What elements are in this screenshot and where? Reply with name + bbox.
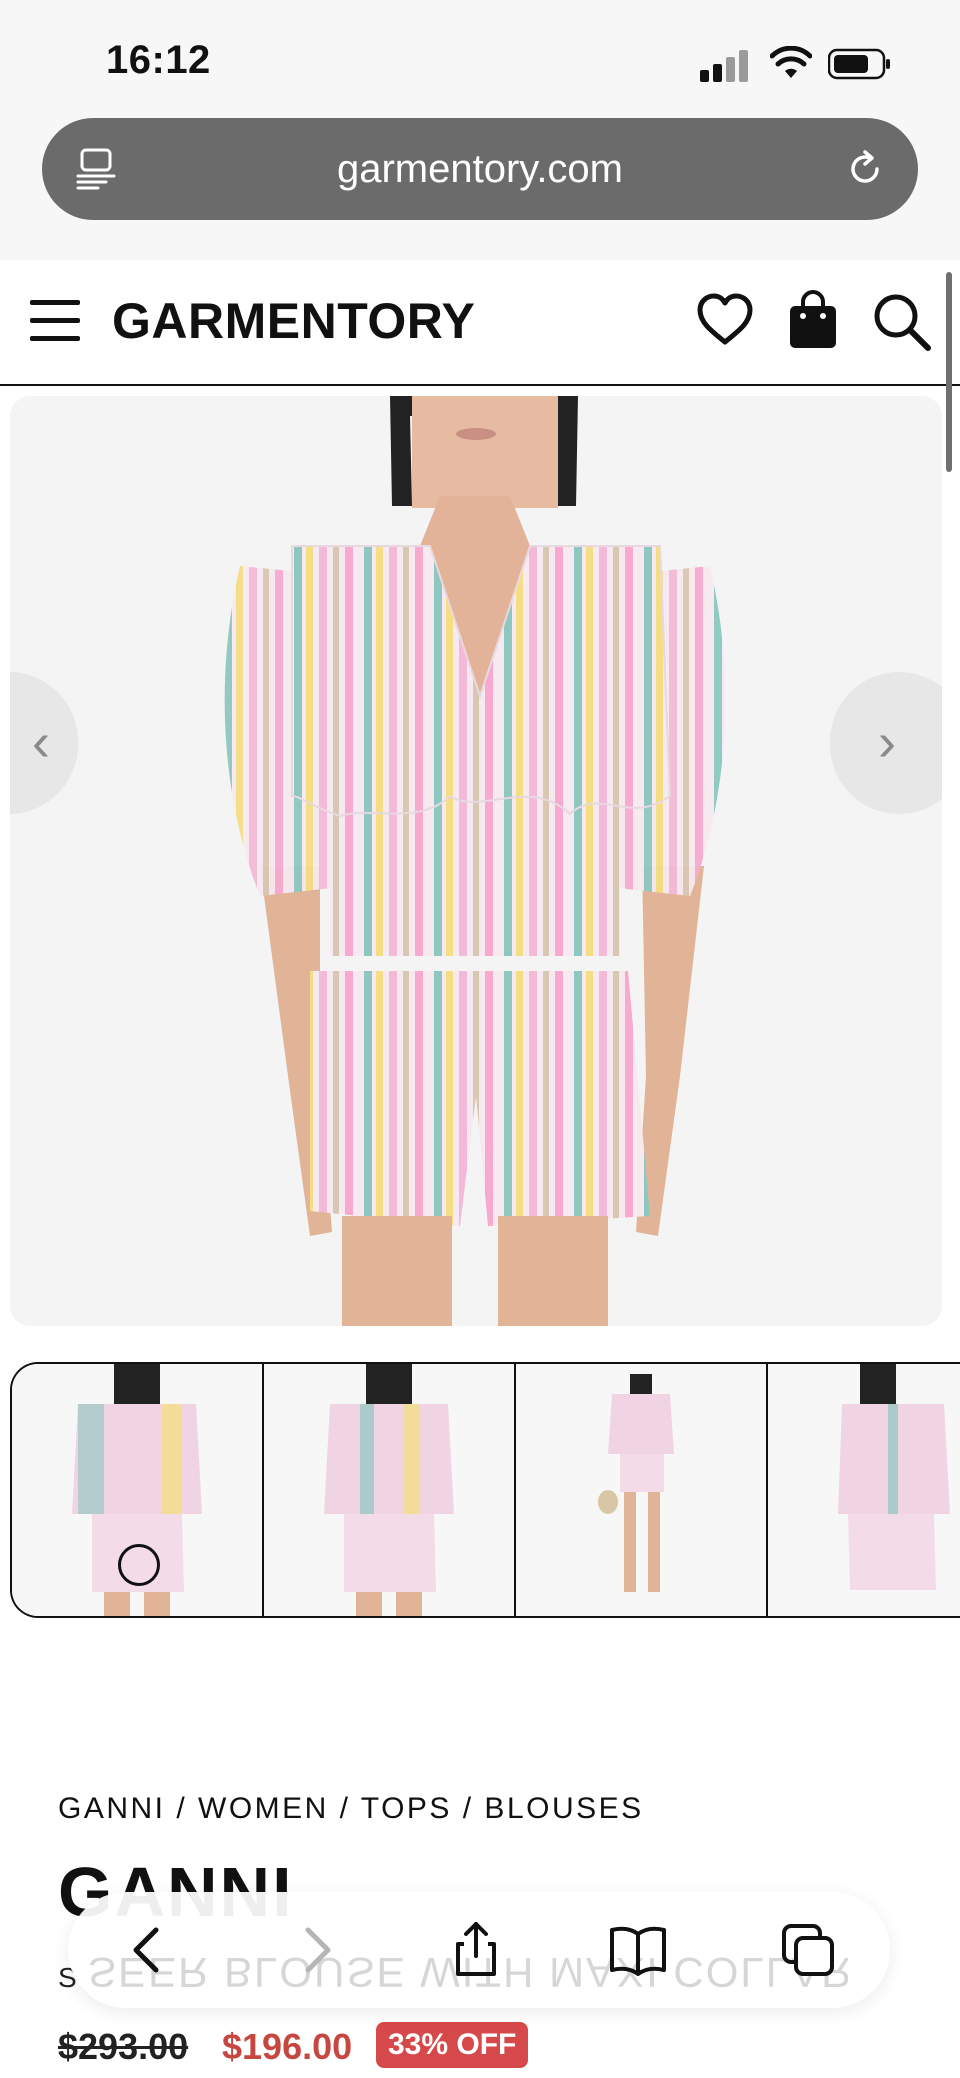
shopping-bag-icon[interactable] — [786, 288, 840, 350]
thumbnail-4[interactable] — [768, 1364, 960, 1616]
original-price: $293.00 — [58, 2026, 189, 2067]
thumbnail-2[interactable] — [264, 1364, 516, 1616]
search-icon[interactable] — [872, 292, 932, 352]
status-time: 16:12 — [106, 38, 211, 82]
url-text[interactable]: garmentory.com — [42, 118, 918, 220]
thumbnail-3[interactable] — [516, 1364, 768, 1616]
chevron-right-icon: › — [878, 712, 896, 772]
page-scrollbar[interactable] — [946, 272, 952, 472]
address-bar[interactable]: garmentory.com — [42, 118, 918, 220]
back-icon[interactable] — [118, 1920, 178, 1980]
discount-badge: 33% OFF — [376, 2022, 529, 2068]
thumbnail-strip — [10, 1362, 960, 1618]
status-bar: 16:12 — [0, 0, 960, 110]
wifi-icon — [770, 46, 812, 78]
chevron-left-icon: ‹ — [32, 712, 50, 772]
wishlist-heart-icon[interactable] — [696, 292, 754, 348]
site-logo[interactable]: GARMENTORY — [112, 292, 475, 350]
reload-icon[interactable] — [844, 148, 886, 190]
browser-toolbar: SEER BLOUSE WITH MAXI COLLAR - MULTI — [68, 1892, 890, 2008]
sale-price: $196.00 — [222, 2026, 353, 2067]
breadcrumb[interactable]: GANNI / WOMEN / TOPS / BLOUSES — [58, 1792, 644, 1826]
share-icon[interactable] — [446, 1920, 506, 1980]
site-header: GARMENTORY — [0, 260, 960, 386]
cellular-signal-icon — [700, 48, 752, 82]
battery-icon — [828, 48, 890, 80]
thumbnail-selected-indicator — [118, 1544, 160, 1586]
product-photo — [224, 396, 726, 1326]
hamburger-menu-icon[interactable] — [30, 300, 80, 342]
tabs-icon[interactable] — [778, 1920, 838, 1980]
bookmarks-icon[interactable] — [608, 1920, 668, 1980]
forward-icon[interactable] — [286, 1920, 346, 1980]
thumbnail-1[interactable] — [12, 1364, 264, 1616]
product-main-image[interactable]: ‹ › — [10, 396, 942, 1326]
